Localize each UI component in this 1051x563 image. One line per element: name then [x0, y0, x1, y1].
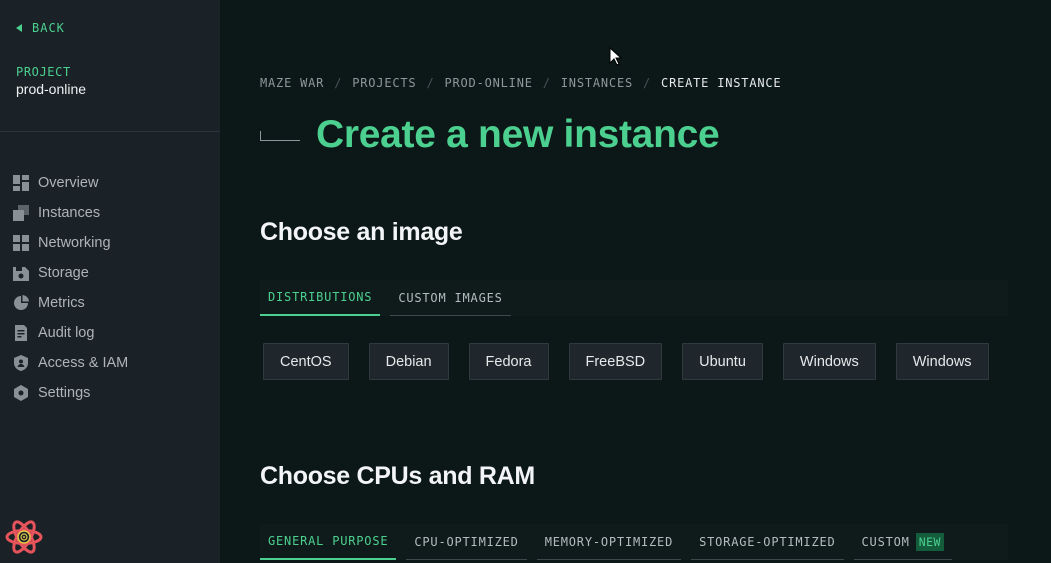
back-button[interactable]: BACK	[16, 21, 65, 35]
distro-button-windows-2[interactable]: Windows	[895, 343, 989, 380]
sidebar-item-metrics[interactable]: Metrics	[13, 288, 128, 318]
breadcrumb-item[interactable]: PROD-ONLINE	[444, 76, 532, 90]
image-section-title: Choose an image	[260, 218, 463, 246]
main-content: MAZE WAR / PROJECTS / PROD-ONLINE / INST…	[220, 0, 1051, 563]
tab-memory-optimized[interactable]: MEMORY-OPTIMIZED	[536, 524, 682, 560]
distro-button-freebsd[interactable]: FreeBSD	[568, 343, 663, 380]
shield-icon	[14, 355, 28, 371]
network-icon	[13, 235, 29, 251]
sidebar-item-audit-log[interactable]: Audit log	[13, 318, 128, 348]
image-tabs: DISTRIBUTIONS CUSTOM IMAGES	[260, 280, 1008, 316]
distribution-list: CentOS Debian Fedora FreeBSD Ubuntu Wind…	[263, 343, 989, 380]
breadcrumb-current: CREATE INSTANCE	[661, 76, 782, 90]
document-icon	[15, 325, 27, 341]
sidebar-item-overview[interactable]: Overview	[13, 168, 128, 198]
title-decoration	[260, 131, 300, 141]
distro-button-ubuntu[interactable]: Ubuntu	[682, 343, 763, 380]
tab-custom-label: CUSTOM	[861, 534, 910, 549]
sidebar-item-label: Access & IAM	[38, 355, 129, 371]
breadcrumb-item[interactable]: PROJECTS	[352, 76, 416, 90]
sidebar-nav: Overview Instances Networking Storage Me…	[13, 168, 128, 408]
sidebar-item-settings[interactable]: Settings	[13, 378, 128, 408]
distro-button-windows[interactable]: Windows	[782, 343, 876, 380]
sidebar-item-label: Storage	[38, 265, 89, 281]
tab-storage-optimized[interactable]: STORAGE-OPTIMIZED	[691, 524, 844, 560]
back-arrow-icon	[16, 24, 22, 32]
breadcrumb-item[interactable]: INSTANCES	[561, 76, 633, 90]
breadcrumb-separator: /	[426, 76, 435, 90]
sidebar-divider	[0, 131, 220, 132]
new-badge: NEW	[915, 532, 944, 551]
tab-general-purpose[interactable]: GENERAL PURPOSE	[260, 524, 397, 560]
sidebar-item-label: Instances	[38, 205, 101, 221]
cpu-section-title: Choose CPUs and RAM	[260, 462, 535, 490]
tab-custom[interactable]: CUSTOM NEW	[853, 524, 952, 560]
instances-icon	[13, 205, 29, 221]
gear-icon	[14, 385, 28, 401]
mouse-cursor-icon	[609, 47, 623, 66]
project-label: PROJECT	[16, 65, 71, 79]
dashboard-icon	[13, 175, 29, 191]
metrics-icon	[14, 295, 29, 310]
tab-custom-images[interactable]: CUSTOM IMAGES	[390, 280, 511, 316]
storage-icon	[13, 267, 29, 281]
sidebar-item-access-iam[interactable]: Access & IAM	[13, 348, 128, 378]
distro-button-centos[interactable]: CentOS	[263, 343, 349, 380]
sidebar-item-label: Networking	[38, 235, 111, 251]
distro-button-fedora[interactable]: Fedora	[468, 343, 549, 380]
react-devtools-icon[interactable]	[4, 517, 44, 557]
cpu-tabs: GENERAL PURPOSE CPU-OPTIMIZED MEMORY-OPT…	[260, 524, 1008, 560]
page-title: Create a new instance	[316, 113, 720, 156]
sidebar-item-networking[interactable]: Networking	[13, 228, 128, 258]
sidebar-item-label: Settings	[38, 385, 91, 401]
sidebar-item-label: Metrics	[38, 295, 85, 311]
sidebar-item-storage[interactable]: Storage	[13, 258, 128, 288]
breadcrumb-separator: /	[643, 76, 652, 90]
tab-cpu-optimized[interactable]: CPU-OPTIMIZED	[406, 524, 527, 560]
distro-button-debian[interactable]: Debian	[368, 343, 449, 380]
sidebar: BACK PROJECT prod-online Overview Instan…	[0, 0, 220, 563]
sidebar-item-instances[interactable]: Instances	[13, 198, 128, 228]
breadcrumb-item[interactable]: MAZE WAR	[260, 76, 324, 90]
project-name: prod-online	[16, 81, 87, 97]
tab-distributions[interactable]: DISTRIBUTIONS	[260, 280, 381, 316]
back-label: BACK	[32, 21, 65, 35]
breadcrumb: MAZE WAR / PROJECTS / PROD-ONLINE / INST…	[260, 76, 781, 90]
breadcrumb-separator: /	[334, 76, 343, 90]
sidebar-item-label: Audit log	[38, 325, 95, 341]
sidebar-item-label: Overview	[38, 175, 99, 191]
breadcrumb-separator: /	[542, 76, 551, 90]
